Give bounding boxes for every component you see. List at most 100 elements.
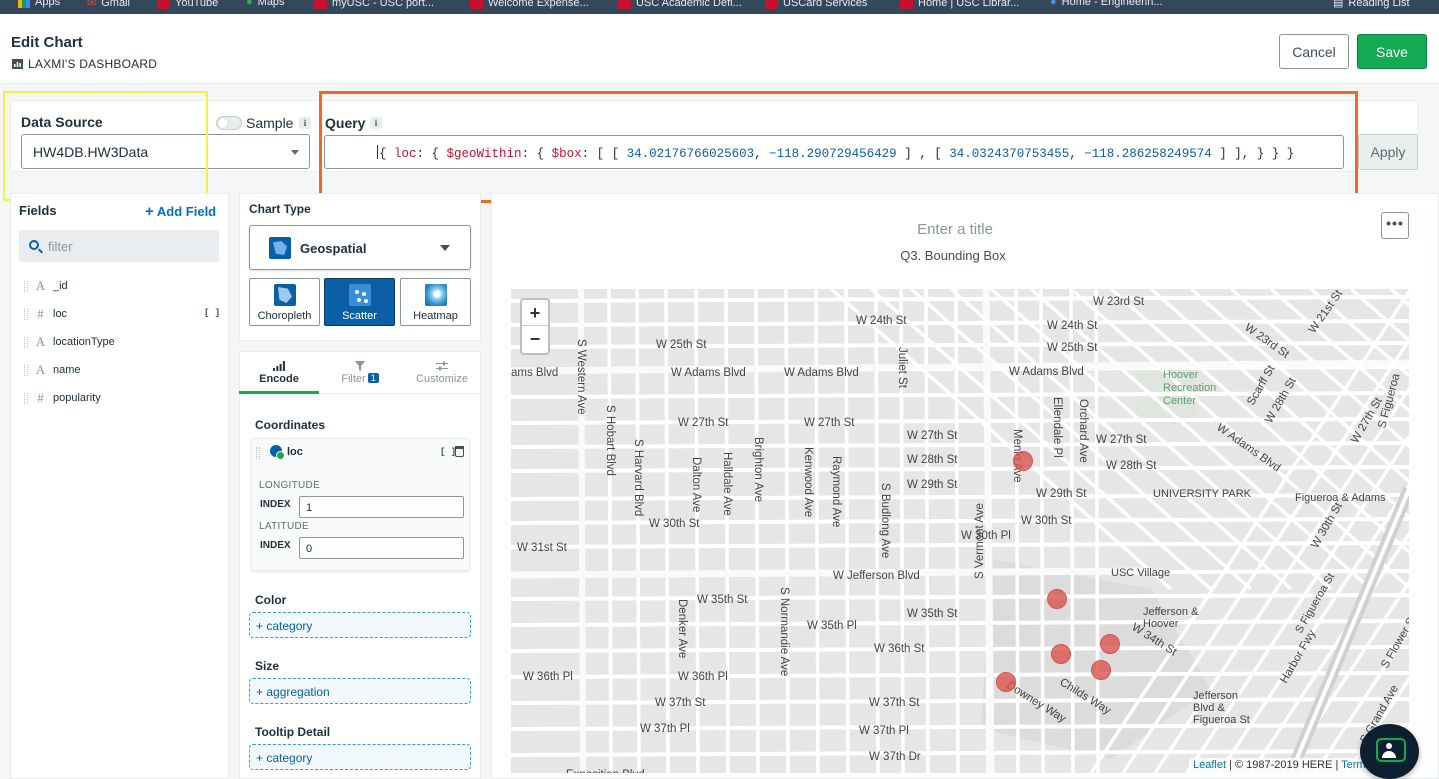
street-label: Jefferson Blvd & Figueroa St bbox=[1193, 690, 1250, 726]
array-icon[interactable]: [ ] bbox=[440, 447, 456, 457]
query-input[interactable]: { loc: { $geoWithin: { $box: [ [ 34.0217… bbox=[324, 135, 1344, 169]
location-marker bbox=[1091, 660, 1111, 680]
geospatial-map[interactable]: W 23rd St W 24th St W 24th St W 25th St W 25… bbox=[511, 289, 1409, 773]
jefferson-blvd bbox=[511, 567, 1152, 579]
map-canvas[interactable]: W 23rd St W 24th St W 24th St W 25th St W 25… bbox=[511, 289, 1409, 773]
bookmark-engineering[interactable]: ● Home - Engineerin... bbox=[1050, 0, 1163, 8]
street-label: W 27th St bbox=[678, 417, 729, 429]
latitude-index-input[interactable]: 0 bbox=[299, 537, 464, 559]
field-item-loc[interactable]: # loc bbox=[24, 306, 67, 322]
chart-title-input[interactable]: Enter a title bbox=[491, 221, 1419, 238]
query-token: loc bbox=[394, 147, 417, 161]
filter-placeholder: filter bbox=[48, 239, 73, 254]
usc-icon bbox=[900, 0, 913, 9]
street-label: Juliet St bbox=[896, 347, 908, 389]
usc-icon bbox=[470, 0, 483, 9]
cancel-button[interactable]: Cancel bbox=[1279, 34, 1349, 69]
bookmark-myusc[interactable]: myUSC - USC port... bbox=[314, 0, 434, 9]
geo-field-icon bbox=[270, 445, 285, 460]
zoom-control: + − bbox=[520, 298, 550, 355]
tab-filter[interactable]: Filter 1 bbox=[320, 359, 400, 394]
dashboard-breadcrumb[interactable]: LAXMI'S DASHBOARD bbox=[12, 57, 157, 71]
longitude-index-input[interactable]: 1 bbox=[299, 496, 464, 518]
street-label: Raymond Ave bbox=[830, 456, 842, 527]
field-filter-input[interactable]: filter bbox=[19, 230, 219, 262]
location-marker bbox=[1051, 644, 1071, 664]
bookmark-uscard[interactable]: USCard Services bbox=[765, 0, 867, 9]
chart-menu-button[interactable]: ••• bbox=[1381, 212, 1409, 239]
tab-label: Customize bbox=[416, 373, 468, 385]
field-name: popularity bbox=[53, 392, 101, 404]
reading-list-icon: ▤ bbox=[1333, 0, 1344, 9]
latitude-label: LATITUDE bbox=[259, 521, 309, 532]
tab-encode[interactable]: Encode bbox=[239, 359, 319, 394]
bookmark-library[interactable]: Home | USC Librar... bbox=[900, 0, 1019, 9]
field-item-id[interactable]: A _id bbox=[24, 278, 68, 294]
street-label: USC Village bbox=[1111, 567, 1170, 579]
query-token: ] ], } } } bbox=[1211, 147, 1295, 161]
bookmark-maps[interactable]: ● Maps bbox=[246, 0, 285, 8]
search-icon bbox=[29, 240, 39, 250]
street-label: W 30th St bbox=[649, 518, 700, 530]
drag-handle-icon[interactable] bbox=[256, 447, 260, 459]
street-label: W 29th St bbox=[907, 479, 958, 491]
bookmark-expense[interactable]: Welcome Expense... bbox=[470, 0, 589, 9]
array-icon[interactable]: [ ] bbox=[204, 308, 220, 318]
street-grid bbox=[511, 289, 1409, 773]
query-token: ] , [ bbox=[896, 147, 950, 161]
street-label: W 23rd St bbox=[1093, 296, 1145, 308]
street-label: Denker Ave bbox=[676, 599, 688, 658]
heatmap-icon bbox=[425, 284, 447, 306]
bookmark-apps[interactable]: Apps bbox=[18, 0, 60, 8]
field-item-popularity[interactable]: # popularity bbox=[24, 390, 101, 406]
size-drop-zone[interactable]: + aggregation bbox=[249, 678, 471, 704]
bookmark-reading-list[interactable]: ▤ Reading List bbox=[1333, 0, 1410, 9]
color-drop-zone[interactable]: + category bbox=[249, 612, 471, 638]
zoom-out-button[interactable]: − bbox=[522, 326, 548, 352]
street-label: W 28th St bbox=[907, 454, 958, 466]
street-vertical bbox=[814, 289, 820, 773]
query-info-icon[interactable]: i bbox=[370, 117, 382, 129]
longitude-index-label: INDEX bbox=[260, 499, 291, 510]
street-label: W Adams Blvd bbox=[671, 367, 746, 379]
field-item-locationtype[interactable]: AlocationType bbox=[24, 334, 115, 350]
add-field-button[interactable]: + Add Field bbox=[145, 203, 216, 220]
sample-toggle[interactable] bbox=[216, 116, 242, 130]
data-source-select[interactable]: HW4DB.HW3Data bbox=[21, 134, 310, 169]
caret-down-icon bbox=[440, 245, 450, 251]
map-attribution: Leaflet | © 1987-2019 HERE | Term bbox=[1189, 758, 1370, 773]
street-label: W 29th St bbox=[1036, 488, 1087, 500]
street-vertical bbox=[1014, 289, 1020, 773]
field-name: name bbox=[53, 364, 81, 376]
string-type-icon: A bbox=[35, 362, 46, 377]
sample-label: Sample bbox=[246, 115, 294, 131]
query-token: $box bbox=[551, 147, 582, 161]
tab-customize[interactable]: Customize bbox=[402, 359, 482, 394]
street-label: W 24th St bbox=[1047, 320, 1098, 332]
bookmark-academic[interactable]: USC Academic Defi... bbox=[618, 0, 742, 9]
tab-label: Encode bbox=[259, 373, 299, 385]
bookmark-youtube[interactable]: YouTube bbox=[157, 0, 218, 9]
street-label: UNIVERSITY PARK bbox=[1153, 488, 1252, 500]
chart-subtype-heatmap[interactable]: Heatmap bbox=[400, 278, 471, 326]
save-button[interactable]: Save bbox=[1357, 34, 1427, 69]
usc-icon bbox=[765, 0, 778, 9]
street-label: Orchard Ave bbox=[1077, 399, 1089, 463]
street-vertical bbox=[924, 289, 930, 773]
chart-subtype-scatter[interactable]: Scatter bbox=[324, 278, 395, 326]
usc-icon bbox=[618, 0, 631, 9]
trash-icon[interactable] bbox=[455, 446, 464, 457]
coordinates-field-name: loc bbox=[287, 446, 303, 458]
chart-type-select[interactable]: Geospatial bbox=[249, 225, 471, 270]
field-item-name[interactable]: Aname bbox=[24, 362, 81, 378]
zoom-in-button[interactable]: + bbox=[522, 300, 548, 326]
sample-info-icon[interactable]: i bbox=[299, 117, 311, 129]
tooltip-drop-zone[interactable]: + category bbox=[249, 744, 471, 770]
chart-subtype-choropleth[interactable]: Choropleth bbox=[249, 278, 320, 326]
street-label: W 27th St bbox=[907, 430, 958, 442]
apply-button[interactable]: Apply bbox=[1358, 134, 1418, 170]
latitude-index-label: INDEX bbox=[260, 540, 291, 551]
bookmark-gmail[interactable]: ✉ Gmail bbox=[87, 0, 130, 9]
query-token: 34.0324370753455 bbox=[949, 147, 1070, 161]
leaflet-link[interactable]: Leaflet bbox=[1193, 759, 1226, 771]
